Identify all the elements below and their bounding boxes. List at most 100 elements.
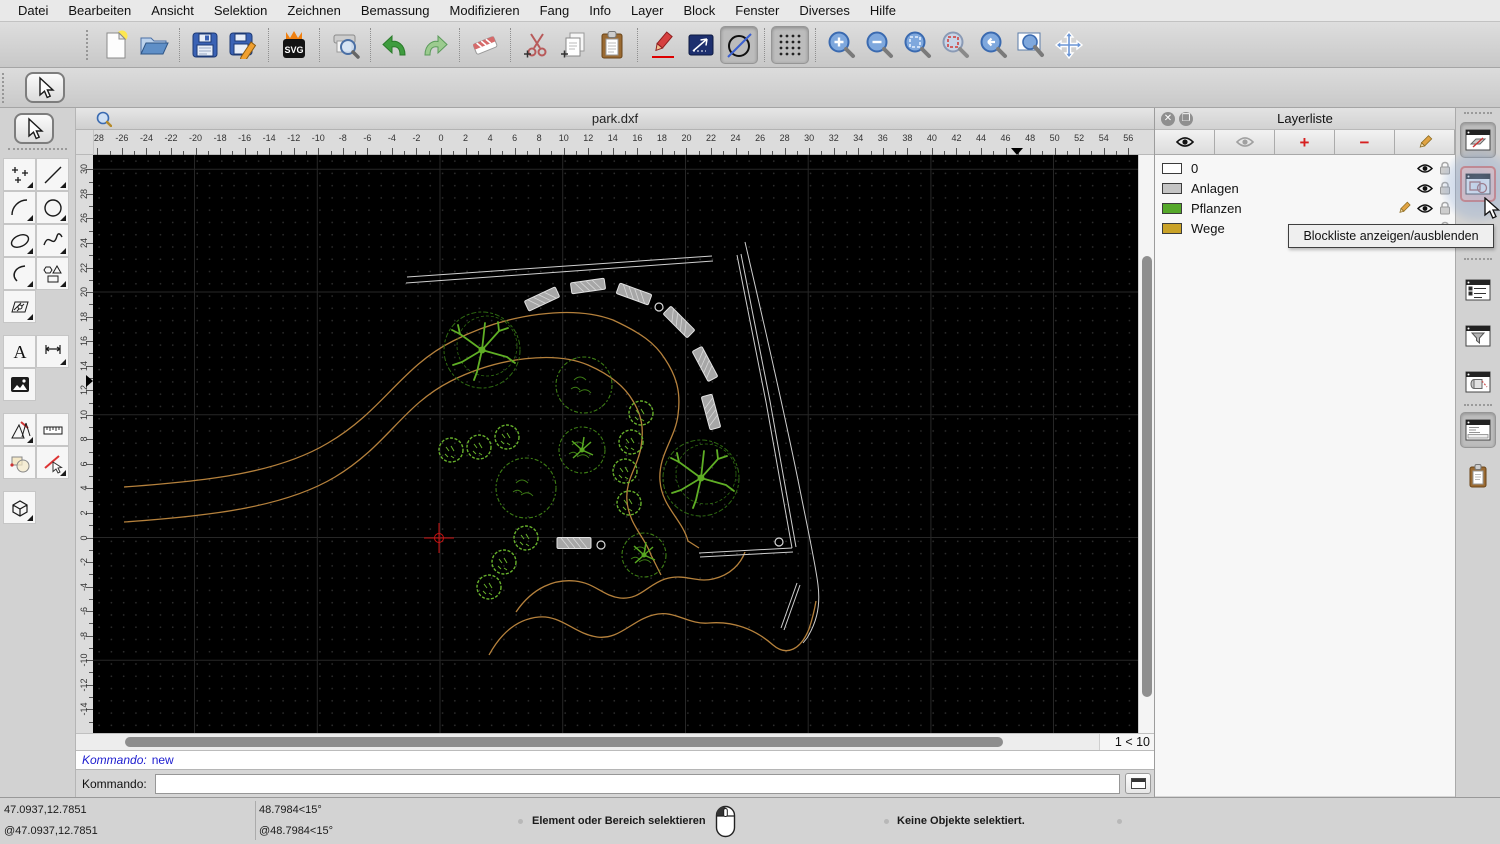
print-preview-button[interactable] bbox=[326, 26, 364, 64]
ellipse-tools-button[interactable] bbox=[3, 224, 36, 257]
layer-row-0[interactable]: 0 bbox=[1155, 158, 1455, 178]
block-3d-tools-button[interactable] bbox=[3, 491, 36, 524]
horizontal-scrollbar-thumb[interactable] bbox=[125, 737, 1003, 747]
cut-button[interactable] bbox=[517, 26, 555, 64]
selection-status: Keine Objekte selektiert. bbox=[897, 815, 1025, 827]
layer-color-swatch bbox=[1162, 182, 1182, 194]
ruler-label: 28 bbox=[779, 133, 790, 143]
new-file-button[interactable] bbox=[97, 26, 135, 64]
menu-item-diverses[interactable]: Diverses bbox=[789, 0, 860, 22]
circle-tools-button[interactable] bbox=[36, 191, 69, 224]
layer-list-toggle-button[interactable] bbox=[1460, 122, 1496, 158]
vertical-scrollbar[interactable] bbox=[1138, 155, 1154, 733]
save-button[interactable] bbox=[186, 26, 224, 64]
add-layer-button[interactable]: + bbox=[1275, 130, 1335, 154]
dimension-tools-button[interactable] bbox=[36, 335, 69, 368]
command-window-button[interactable] bbox=[1125, 773, 1151, 794]
float-panel-icon[interactable]: ❐ bbox=[1179, 112, 1193, 126]
menu-item-hilfe[interactable]: Hilfe bbox=[860, 0, 906, 22]
drawing-canvas[interactable] bbox=[93, 155, 1139, 733]
layer-row-pflanzen[interactable]: Pflanzen bbox=[1155, 198, 1455, 218]
menu-item-bemassung[interactable]: Bemassung bbox=[351, 0, 440, 22]
menu-item-block[interactable]: Block bbox=[673, 0, 725, 22]
document-titlebar[interactable]: park.dxf bbox=[76, 108, 1154, 130]
lock-icon[interactable] bbox=[1439, 161, 1451, 175]
horizontal-scrollbar[interactable] bbox=[76, 734, 1099, 750]
restrict-off-button[interactable] bbox=[720, 25, 758, 64]
menu-item-selektion[interactable]: Selektion bbox=[204, 0, 277, 22]
modify-tools-button[interactable] bbox=[3, 446, 36, 479]
menu-item-zeichnen[interactable]: Zeichnen bbox=[277, 0, 350, 22]
measure-tool-button[interactable] bbox=[36, 413, 69, 446]
previous-view-button[interactable] bbox=[974, 26, 1012, 64]
shape-tools-button[interactable] bbox=[36, 257, 69, 290]
menu-item-bearbeiten[interactable]: Bearbeiten bbox=[58, 0, 141, 22]
menu-item-fang[interactable]: Fang bbox=[530, 0, 580, 22]
copy-button[interactable] bbox=[555, 26, 593, 64]
remove-layer-button[interactable]: − bbox=[1335, 130, 1395, 154]
svg-export-button[interactable]: SVG bbox=[275, 26, 313, 64]
clipboard-panel-toggle-button[interactable] bbox=[1460, 458, 1496, 494]
toolbar-handle[interactable] bbox=[1464, 112, 1492, 116]
menu-item-ansicht[interactable]: Ansicht bbox=[141, 0, 204, 22]
ruler-label: 46 bbox=[1000, 133, 1011, 143]
vertical-scrollbar-thumb[interactable] bbox=[1142, 256, 1153, 697]
save-as-button[interactable] bbox=[224, 26, 262, 64]
image-tool-button[interactable] bbox=[3, 368, 36, 401]
eye-icon[interactable] bbox=[1417, 203, 1433, 214]
hide-all-layers-button[interactable] bbox=[1215, 130, 1275, 154]
lock-icon[interactable] bbox=[1439, 181, 1451, 195]
grid-toggle-button[interactable] bbox=[771, 25, 809, 64]
selection-tool-button[interactable] bbox=[25, 72, 65, 103]
zoom-in-button[interactable] bbox=[822, 26, 860, 64]
zoom-selection-button[interactable] bbox=[936, 26, 974, 64]
redo-button[interactable] bbox=[415, 26, 453, 64]
layer-row-anlagen[interactable]: Anlagen bbox=[1155, 178, 1455, 198]
show-all-layers-button[interactable] bbox=[1155, 130, 1215, 154]
line-tools-button[interactable] bbox=[36, 158, 69, 191]
eye-icon[interactable] bbox=[1417, 163, 1433, 174]
polyline-tools-button[interactable] bbox=[3, 257, 36, 290]
pan-button[interactable] bbox=[1050, 26, 1088, 64]
layer-panel-title: Layerliste bbox=[1277, 111, 1333, 126]
lock-icon[interactable] bbox=[1439, 201, 1451, 215]
zoom-window-button[interactable] bbox=[1012, 26, 1050, 64]
draw-settings-button[interactable] bbox=[3, 413, 36, 446]
menu-item-layer[interactable]: Layer bbox=[621, 0, 674, 22]
close-icon[interactable]: ✕ bbox=[1161, 112, 1175, 126]
command-line-toggle-button[interactable] bbox=[1460, 412, 1496, 448]
zoom-out-icon bbox=[866, 31, 893, 58]
edit-layer-button[interactable] bbox=[1395, 130, 1455, 154]
point-tools-button[interactable] bbox=[3, 158, 36, 191]
hatch-tools-button[interactable] bbox=[3, 290, 36, 323]
palette-selection-tool[interactable] bbox=[14, 113, 54, 144]
ruler-label: 4 bbox=[487, 133, 493, 143]
menu-item-datei[interactable]: Datei bbox=[8, 0, 58, 22]
layer-list-icon bbox=[1465, 129, 1491, 151]
modify-selection-button[interactable] bbox=[36, 446, 69, 479]
draw-pencil-button[interactable] bbox=[644, 26, 682, 64]
menu-item-fenster[interactable]: Fenster bbox=[725, 0, 789, 22]
library-browser-toggle-button[interactable] bbox=[1460, 272, 1496, 308]
paste-button[interactable] bbox=[593, 26, 631, 64]
delete-button[interactable] bbox=[466, 26, 504, 64]
toolbar-handle[interactable] bbox=[86, 29, 92, 60]
zoom-out-button[interactable] bbox=[860, 26, 898, 64]
menu-item-info[interactable]: Info bbox=[579, 0, 621, 22]
eye-icon[interactable] bbox=[1417, 183, 1433, 194]
paste-icon bbox=[601, 30, 623, 58]
previous-view-icon bbox=[980, 31, 1007, 58]
reference-scale-button[interactable] bbox=[682, 26, 720, 64]
view-toggle-button[interactable] bbox=[1460, 364, 1496, 400]
dimension-icon bbox=[44, 344, 61, 354]
auto-zoom-button[interactable] bbox=[898, 26, 936, 64]
arc-tools-button[interactable] bbox=[3, 191, 36, 224]
undo-button[interactable] bbox=[377, 26, 415, 64]
selection-filter-toggle-button[interactable] bbox=[1460, 318, 1496, 354]
text-tools-button[interactable]: A bbox=[3, 335, 36, 368]
toolbar-handle[interactable] bbox=[2, 72, 8, 103]
spline-tools-button[interactable] bbox=[36, 224, 69, 257]
menu-item-modifizieren[interactable]: Modifizieren bbox=[440, 0, 530, 22]
open-file-button[interactable] bbox=[135, 26, 173, 64]
command-input[interactable] bbox=[154, 773, 1120, 794]
